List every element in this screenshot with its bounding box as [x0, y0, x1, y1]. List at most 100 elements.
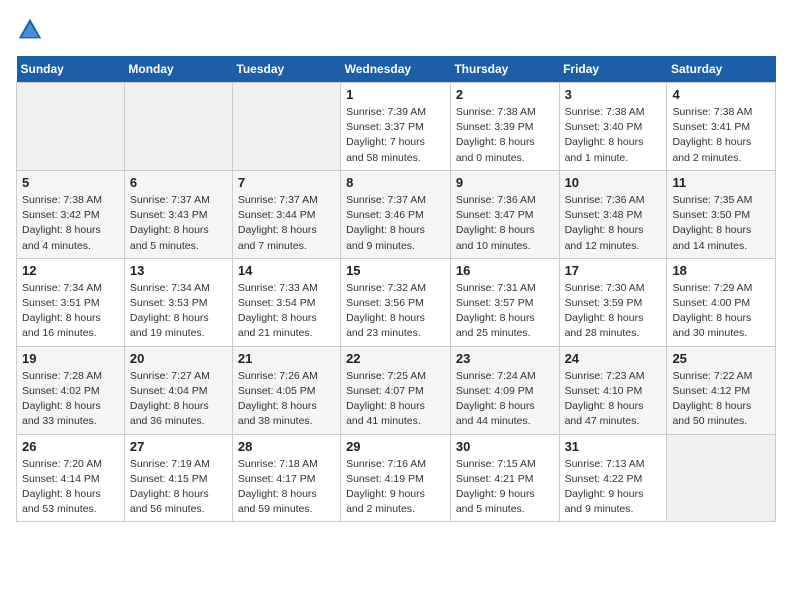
- day-number: 26: [22, 439, 119, 454]
- calendar-cell: 11 Sunrise: 7:35 AM Sunset: 3:50 PM Dayli…: [667, 170, 776, 258]
- calendar-cell: 6 Sunrise: 7:37 AM Sunset: 3:43 PM Daylig…: [124, 170, 232, 258]
- day-info: Sunrise: 7:19 AM Sunset: 4:15 PM Dayligh…: [130, 457, 227, 518]
- calendar-header: SundayMondayTuesdayWednesdayThursdayFrid…: [17, 56, 776, 83]
- day-number: 13: [130, 263, 227, 278]
- calendar-cell: 15 Sunrise: 7:32 AM Sunset: 3:56 PM Dayli…: [341, 258, 451, 346]
- day-info: Sunrise: 7:15 AM Sunset: 4:21 PM Dayligh…: [456, 457, 554, 518]
- calendar-cell: 5 Sunrise: 7:38 AM Sunset: 3:42 PM Daylig…: [17, 170, 125, 258]
- calendar-cell: [232, 83, 340, 171]
- calendar-week-row: 5 Sunrise: 7:38 AM Sunset: 3:42 PM Daylig…: [17, 170, 776, 258]
- day-number: 31: [565, 439, 662, 454]
- weekday-header: Monday: [124, 56, 232, 83]
- day-info: Sunrise: 7:36 AM Sunset: 3:47 PM Dayligh…: [456, 193, 554, 254]
- calendar-cell: 8 Sunrise: 7:37 AM Sunset: 3:46 PM Daylig…: [341, 170, 451, 258]
- calendar-cell: 22 Sunrise: 7:25 AM Sunset: 4:07 PM Dayli…: [341, 346, 451, 434]
- day-number: 5: [22, 175, 119, 190]
- day-info: Sunrise: 7:35 AM Sunset: 3:50 PM Dayligh…: [672, 193, 770, 254]
- calendar-cell: 29 Sunrise: 7:16 AM Sunset: 4:19 PM Dayli…: [341, 434, 451, 522]
- day-number: 20: [130, 351, 227, 366]
- day-info: Sunrise: 7:20 AM Sunset: 4:14 PM Dayligh…: [22, 457, 119, 518]
- calendar-cell: 28 Sunrise: 7:18 AM Sunset: 4:17 PM Dayli…: [232, 434, 340, 522]
- day-info: Sunrise: 7:25 AM Sunset: 4:07 PM Dayligh…: [346, 369, 445, 430]
- logo: [16, 16, 50, 44]
- calendar-cell: 9 Sunrise: 7:36 AM Sunset: 3:47 PM Daylig…: [450, 170, 559, 258]
- day-number: 14: [238, 263, 335, 278]
- page-header: [16, 16, 776, 44]
- day-number: 7: [238, 175, 335, 190]
- day-info: Sunrise: 7:26 AM Sunset: 4:05 PM Dayligh…: [238, 369, 335, 430]
- calendar-cell: 27 Sunrise: 7:19 AM Sunset: 4:15 PM Dayli…: [124, 434, 232, 522]
- calendar-cell: [667, 434, 776, 522]
- weekday-header: Thursday: [450, 56, 559, 83]
- day-number: 25: [672, 351, 770, 366]
- day-info: Sunrise: 7:37 AM Sunset: 3:46 PM Dayligh…: [346, 193, 445, 254]
- weekday-header: Tuesday: [232, 56, 340, 83]
- day-info: Sunrise: 7:37 AM Sunset: 3:44 PM Dayligh…: [238, 193, 335, 254]
- day-info: Sunrise: 7:38 AM Sunset: 3:40 PM Dayligh…: [565, 105, 662, 166]
- weekday-header: Friday: [559, 56, 667, 83]
- calendar-cell: 24Sunrise: 7:23 AM Sunset: 4:10 PM Dayli…: [559, 346, 667, 434]
- day-number: 17: [565, 263, 662, 278]
- calendar-cell: 30 Sunrise: 7:15 AM Sunset: 4:21 PM Dayli…: [450, 434, 559, 522]
- calendar-cell: 10 Sunrise: 7:36 AM Sunset: 3:48 PM Dayli…: [559, 170, 667, 258]
- day-number: 19: [22, 351, 119, 366]
- day-info: Sunrise: 7:32 AM Sunset: 3:56 PM Dayligh…: [346, 281, 445, 342]
- day-number: 8: [346, 175, 445, 190]
- day-number: 16: [456, 263, 554, 278]
- day-info: Sunrise: 7:16 AM Sunset: 4:19 PM Dayligh…: [346, 457, 445, 518]
- day-number: 10: [565, 175, 662, 190]
- weekday-header: Sunday: [17, 56, 125, 83]
- day-info: Sunrise: 7:29 AM Sunset: 4:00 PM Dayligh…: [672, 281, 770, 342]
- weekday-header: Wednesday: [341, 56, 451, 83]
- calendar-cell: 4 Sunrise: 7:38 AM Sunset: 3:41 PM Daylig…: [667, 83, 776, 171]
- calendar-cell: [124, 83, 232, 171]
- calendar-cell: 14Sunrise: 7:33 AM Sunset: 3:54 PM Dayli…: [232, 258, 340, 346]
- day-info: Sunrise: 7:38 AM Sunset: 3:41 PM Dayligh…: [672, 105, 770, 166]
- calendar-week-row: 12Sunrise: 7:34 AM Sunset: 3:51 PM Dayli…: [17, 258, 776, 346]
- day-info: Sunrise: 7:27 AM Sunset: 4:04 PM Dayligh…: [130, 369, 227, 430]
- day-info: Sunrise: 7:30 AM Sunset: 3:59 PM Dayligh…: [565, 281, 662, 342]
- day-number: 28: [238, 439, 335, 454]
- day-number: 30: [456, 439, 554, 454]
- calendar-table: SundayMondayTuesdayWednesdayThursdayFrid…: [16, 56, 776, 522]
- calendar-cell: 1Sunrise: 7:39 AM Sunset: 3:37 PM Daylig…: [341, 83, 451, 171]
- calendar-cell: 13 Sunrise: 7:34 AM Sunset: 3:53 PM Dayli…: [124, 258, 232, 346]
- day-number: 4: [672, 87, 770, 102]
- calendar-cell: 12Sunrise: 7:34 AM Sunset: 3:51 PM Dayli…: [17, 258, 125, 346]
- day-number: 11: [672, 175, 770, 190]
- day-number: 6: [130, 175, 227, 190]
- calendar-cell: 7 Sunrise: 7:37 AM Sunset: 3:44 PM Daylig…: [232, 170, 340, 258]
- calendar-week-row: 1Sunrise: 7:39 AM Sunset: 3:37 PM Daylig…: [17, 83, 776, 171]
- day-info: Sunrise: 7:18 AM Sunset: 4:17 PM Dayligh…: [238, 457, 335, 518]
- day-info: Sunrise: 7:13 AM Sunset: 4:22 PM Dayligh…: [565, 457, 662, 518]
- day-number: 9: [456, 175, 554, 190]
- day-number: 29: [346, 439, 445, 454]
- day-number: 15: [346, 263, 445, 278]
- day-number: 27: [130, 439, 227, 454]
- day-info: Sunrise: 7:34 AM Sunset: 3:53 PM Dayligh…: [130, 281, 227, 342]
- day-number: 1: [346, 87, 445, 102]
- day-number: 12: [22, 263, 119, 278]
- calendar-cell: 18 Sunrise: 7:29 AM Sunset: 4:00 PM Dayli…: [667, 258, 776, 346]
- day-info: Sunrise: 7:36 AM Sunset: 3:48 PM Dayligh…: [565, 193, 662, 254]
- day-info: Sunrise: 7:22 AM Sunset: 4:12 PM Dayligh…: [672, 369, 770, 430]
- day-info: Sunrise: 7:23 AM Sunset: 4:10 PM Dayligh…: [565, 369, 662, 430]
- calendar-cell: 19 Sunrise: 7:28 AM Sunset: 4:02 PM Dayli…: [17, 346, 125, 434]
- calendar-cell: 3 Sunrise: 7:38 AM Sunset: 3:40 PM Daylig…: [559, 83, 667, 171]
- logo-icon: [16, 16, 44, 44]
- day-number: 2: [456, 87, 554, 102]
- day-number: 3: [565, 87, 662, 102]
- calendar-cell: 2 Sunrise: 7:38 AM Sunset: 3:39 PM Daylig…: [450, 83, 559, 171]
- day-info: Sunrise: 7:37 AM Sunset: 3:43 PM Dayligh…: [130, 193, 227, 254]
- day-number: 18: [672, 263, 770, 278]
- calendar-week-row: 19 Sunrise: 7:28 AM Sunset: 4:02 PM Dayli…: [17, 346, 776, 434]
- calendar-cell: 17 Sunrise: 7:30 AM Sunset: 3:59 PM Dayli…: [559, 258, 667, 346]
- day-info: Sunrise: 7:38 AM Sunset: 3:42 PM Dayligh…: [22, 193, 119, 254]
- calendar-cell: 20 Sunrise: 7:27 AM Sunset: 4:04 PM Dayli…: [124, 346, 232, 434]
- day-number: 21: [238, 351, 335, 366]
- day-info: Sunrise: 7:28 AM Sunset: 4:02 PM Dayligh…: [22, 369, 119, 430]
- calendar-cell: 25 Sunrise: 7:22 AM Sunset: 4:12 PM Dayli…: [667, 346, 776, 434]
- day-info: Sunrise: 7:38 AM Sunset: 3:39 PM Dayligh…: [456, 105, 554, 166]
- calendar-week-row: 26 Sunrise: 7:20 AM Sunset: 4:14 PM Dayli…: [17, 434, 776, 522]
- day-number: 22: [346, 351, 445, 366]
